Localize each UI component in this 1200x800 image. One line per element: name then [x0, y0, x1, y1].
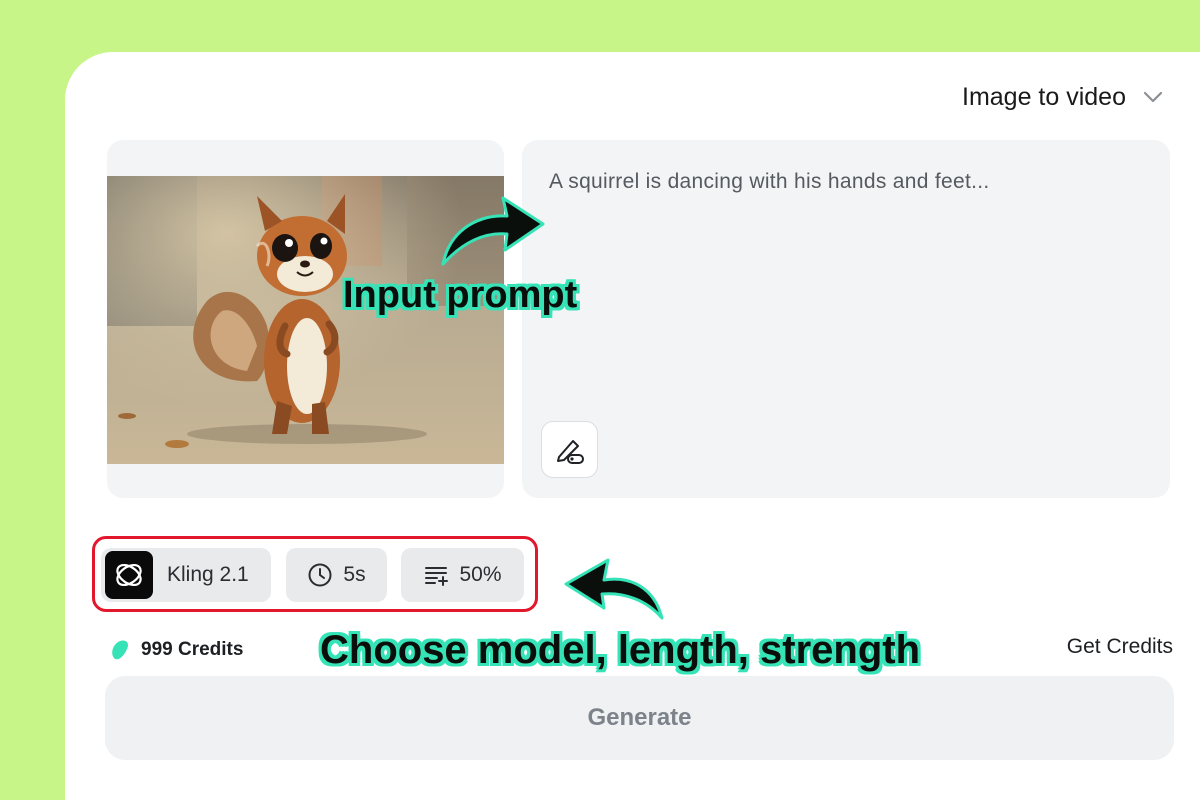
bean-icon: [112, 640, 129, 660]
chevron-down-icon: [1143, 91, 1163, 103]
pen-icon: [556, 439, 584, 464]
mode-label: Image to video: [962, 82, 1126, 111]
curved-arrow-icon: [441, 196, 545, 266]
credits-label: 999 Credits: [141, 639, 244, 660]
credits-balance: 999 Credits: [109, 638, 243, 662]
kling-logo-icon: [105, 551, 153, 599]
length-selector[interactable]: 5s: [286, 548, 387, 602]
curved-arrow-icon: [564, 558, 664, 620]
prompt-input[interactable]: A squirrel is dancing with his hands and…: [549, 170, 989, 194]
clock-icon: [308, 563, 332, 587]
strength-lines-icon: [425, 567, 449, 586]
mode-dropdown[interactable]: Image to video: [962, 82, 1164, 112]
prompt-annotation: Input prompt: [343, 274, 578, 316]
length-label: 5s: [343, 563, 366, 586]
strength-label: 50%: [459, 563, 502, 586]
generator-card: Image to video A squirrel is dancing wit…: [65, 52, 1200, 800]
generate-button[interactable]: Generate: [105, 676, 1174, 760]
prompt-panel[interactable]: A squirrel is dancing with his hands and…: [522, 140, 1170, 498]
model-selector[interactable]: Kling 2.1: [101, 548, 271, 602]
model-label: Kling 2.1: [167, 563, 249, 586]
strength-selector[interactable]: 50%: [401, 548, 524, 602]
get-credits-link[interactable]: Get Credits: [1067, 635, 1173, 659]
edit-prompt-button[interactable]: [541, 421, 598, 478]
options-annotation: Choose model, length, strength: [320, 628, 921, 672]
